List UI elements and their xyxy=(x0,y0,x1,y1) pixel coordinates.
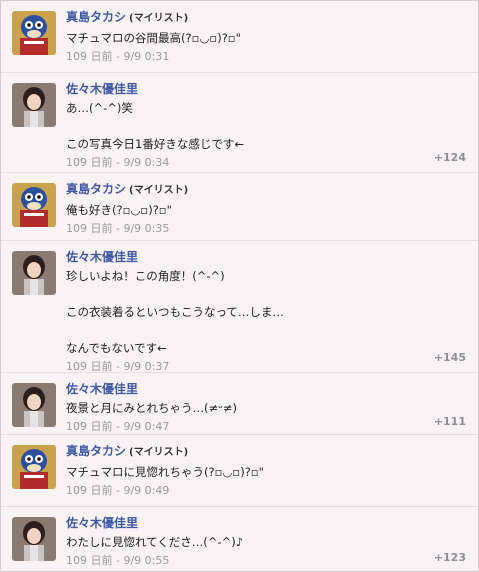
comment-timestamp[interactable]: 109 日前 - 9/9 0:34 xyxy=(66,155,468,170)
like-count[interactable]: +145 xyxy=(434,351,466,364)
like-count[interactable]: +123 xyxy=(434,551,466,564)
comment-text: わたしに見惚れてくださ…(^-^)♪ xyxy=(66,535,244,549)
like-count[interactable]: +111 xyxy=(434,415,466,428)
comment-timestamp[interactable]: 109 日前 - 9/9 0:35 xyxy=(66,221,468,236)
comment-item: 佐々木優佳里 夜景と月にみとれちゃう…(≠ᵕ≠) 109 日前 - 9/9 0:… xyxy=(1,373,478,435)
user-name-link[interactable]: 佐々木優佳里 xyxy=(66,382,138,396)
user-name-link[interactable]: 真島タカシ xyxy=(66,10,126,24)
comment-text: 夜景と月にみとれちゃう…(≠ᵕ≠) xyxy=(66,401,237,415)
avatar[interactable] xyxy=(12,183,56,227)
avatar[interactable] xyxy=(12,11,56,55)
comment-text: あ…(^-^)笑 xyxy=(66,101,133,115)
comment-timestamp[interactable]: 109 日前 - 9/9 0:47 xyxy=(66,419,468,434)
comment-text: 俺も好き(?▫◡▫)?▫" xyxy=(66,203,172,217)
comment-item: 真島タカシ (マイリスト) マチュマロに見惚れちゃう(?▫◡▫)?▫" 109 日… xyxy=(1,435,478,507)
comment-text: この写真今日1番好きな感じです← xyxy=(66,137,244,151)
mylist-badge: (マイリスト) xyxy=(129,13,189,24)
comment-text: なんでもないです← xyxy=(66,341,167,355)
comment-text: マチュマロの谷間最高(?▫◡▫)?▫" xyxy=(66,31,241,45)
comment-text: 珍しいよね！この角度！(^-^) xyxy=(66,269,225,283)
mylist-badge: (マイリスト) xyxy=(129,447,189,458)
comment-item: 真島タカシ (マイリスト) 俺も好き(?▫◡▫)?▫" 109 日前 - 9/9 … xyxy=(1,173,478,241)
comment-item: 真島タカシ (マイリスト) マチュマロの谷間最高(?▫◡▫)?▫" 109 日前 … xyxy=(1,1,478,73)
comment-text: この衣装着るといつもこうなって…しま… xyxy=(66,305,284,319)
like-count[interactable]: +124 xyxy=(434,151,466,164)
user-name-link[interactable]: 佐々木優佳里 xyxy=(66,250,138,264)
avatar[interactable] xyxy=(12,517,56,561)
user-name-link[interactable]: 佐々木優佳里 xyxy=(66,82,138,96)
comment-item: 佐々木優佳里 あ…(^-^)笑 この写真今日1番好きな感じです← 109 日前 … xyxy=(1,73,478,173)
comment-item: 佐々木優佳里 わたしに見惚れてくださ…(^-^)♪ 109 日前 - 9/9 0… xyxy=(1,507,478,571)
comment-feed: 真島タカシ (マイリスト) マチュマロの谷間最高(?▫◡▫)?▫" 109 日前 … xyxy=(0,0,479,572)
avatar[interactable] xyxy=(12,383,56,427)
comment-text: マチュマロに見惚れちゃう(?▫◡▫)?▫" xyxy=(66,465,264,479)
avatar[interactable] xyxy=(12,445,56,489)
mylist-badge: (マイリスト) xyxy=(129,185,189,196)
comment-timestamp[interactable]: 109 日前 - 9/9 0:55 xyxy=(66,553,468,568)
comment-item: 佐々木優佳里 珍しいよね！この角度！(^-^) この衣装着るといつもこうなって…… xyxy=(1,241,478,373)
comment-timestamp[interactable]: 109 日前 - 9/9 0:49 xyxy=(66,483,468,498)
avatar[interactable] xyxy=(12,83,56,127)
user-name-link[interactable]: 佐々木優佳里 xyxy=(66,516,138,530)
user-name-link[interactable]: 真島タカシ xyxy=(66,444,126,458)
user-name-link[interactable]: 真島タカシ xyxy=(66,182,126,196)
avatar[interactable] xyxy=(12,251,56,295)
comment-timestamp[interactable]: 109 日前 - 9/9 0:37 xyxy=(66,359,468,374)
comment-timestamp[interactable]: 109 日前 - 9/9 0:31 xyxy=(66,49,468,64)
